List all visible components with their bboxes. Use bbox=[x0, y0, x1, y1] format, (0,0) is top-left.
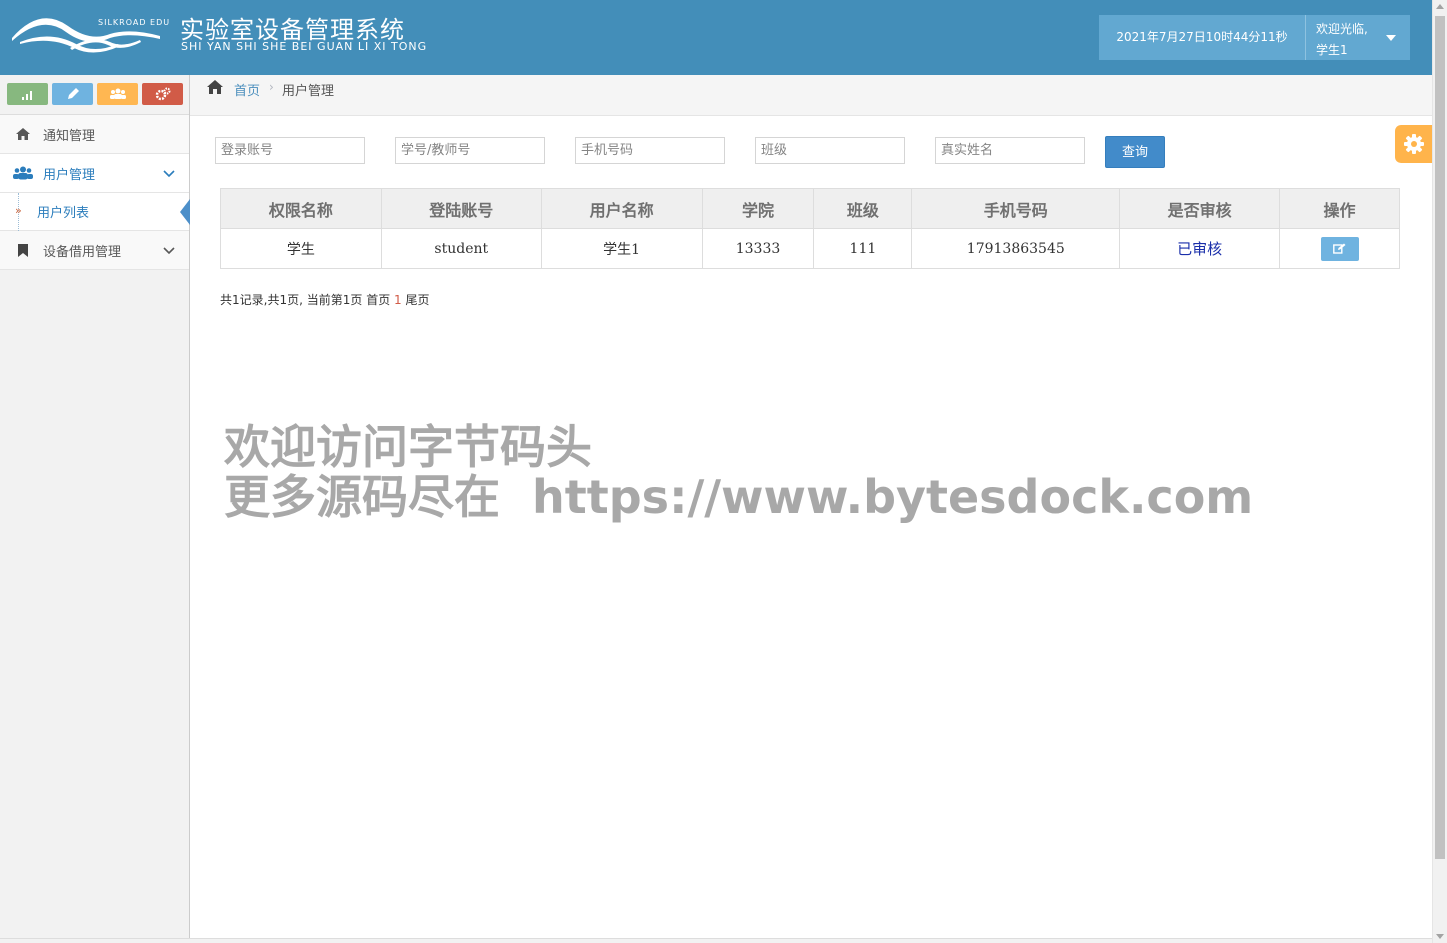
student-teacher-no-input[interactable] bbox=[395, 137, 545, 164]
cell-role: 学生 bbox=[220, 228, 382, 269]
column-header: 用户名称 bbox=[540, 188, 703, 229]
vertical-scrollbar[interactable] bbox=[1432, 0, 1447, 943]
column-header: 登陆账号 bbox=[380, 188, 542, 229]
audit-status-link[interactable]: 已审核 bbox=[1177, 240, 1222, 258]
pager-first-link[interactable]: 首页 bbox=[366, 293, 390, 307]
bookmark-icon bbox=[13, 243, 33, 258]
cell-class: 111 bbox=[813, 228, 913, 269]
user-menu-toggle[interactable]: 欢迎光临, 学生1 bbox=[1306, 15, 1410, 60]
real-name-input[interactable] bbox=[935, 137, 1085, 164]
pager-current-page[interactable]: 1 bbox=[394, 293, 402, 307]
system-pinyin: SHI YAN SHI SHE BEI GUAN LI XI TONG bbox=[181, 40, 428, 53]
sidebar-item-label: 设备借用管理 bbox=[43, 244, 122, 260]
home-icon bbox=[13, 127, 33, 141]
sidebar-subitem-label: 用户列表 bbox=[37, 206, 90, 221]
sidebar-item-notice[interactable]: 通知管理 bbox=[0, 115, 189, 154]
column-header: 权限名称 bbox=[220, 188, 382, 229]
caret-down-icon bbox=[1386, 35, 1396, 41]
column-header: 手机号码 bbox=[911, 188, 1121, 229]
watermark-text: 欢迎访问字节码头 更多源码尽在 https://www.bytesdock.com bbox=[224, 422, 1253, 522]
scrollbar-thumb[interactable] bbox=[1435, 16, 1445, 859]
user-table: 权限名称 登陆账号 用户名称 学院 班级 手机号码 是否审核 操作 学生 stu… bbox=[220, 188, 1400, 269]
cell-audit: 已审核 bbox=[1119, 228, 1281, 269]
edit-icon bbox=[1333, 243, 1346, 254]
table-header-row: 权限名称 登陆账号 用户名称 学院 班级 手机号码 是否审核 操作 bbox=[220, 188, 1400, 229]
shortcut-signal-button[interactable] bbox=[7, 83, 48, 105]
watermark-line2: 更多源码尽在 https://www.bytesdock.com bbox=[224, 470, 1254, 524]
cell-actions bbox=[1279, 228, 1400, 269]
login-account-input[interactable] bbox=[215, 137, 365, 164]
shortcut-pencil-button[interactable] bbox=[52, 83, 93, 105]
column-header: 班级 bbox=[813, 188, 913, 229]
phone-input[interactable] bbox=[575, 137, 725, 164]
sidebar-item-equipment-borrow[interactable]: 设备借用管理 bbox=[0, 231, 189, 270]
double-angle-right-icon: » bbox=[15, 204, 22, 217]
class-input[interactable] bbox=[755, 137, 905, 164]
watermark-line1: 欢迎访问字节码头 bbox=[224, 420, 592, 474]
sidebar-item-label: 用户管理 bbox=[43, 167, 96, 183]
column-header: 是否审核 bbox=[1119, 188, 1281, 229]
sidebar: 通知管理 用户管理 » 用户列表 设备借用管理 bbox=[0, 75, 190, 938]
sidebar-subitem-user-list[interactable]: » 用户列表 bbox=[0, 193, 190, 231]
users-icon bbox=[13, 166, 33, 180]
signal-icon bbox=[21, 91, 32, 100]
user-box: 2021年7月27日10时44分11秒 欢迎光临, 学生1 bbox=[1099, 15, 1410, 60]
current-datetime: 2021年7月27日10时44分11秒 bbox=[1099, 15, 1306, 60]
breadcrumb: 首页 › 用户管理 bbox=[190, 75, 1432, 116]
chevron-down-icon bbox=[163, 244, 175, 259]
pager-summary: 共1记录,共1页, 当前第1页 bbox=[220, 293, 363, 307]
pencil-icon bbox=[67, 88, 79, 99]
scroll-down-icon[interactable] bbox=[1436, 934, 1444, 939]
users-icon bbox=[109, 88, 126, 99]
edit-button[interactable] bbox=[1320, 236, 1359, 261]
column-header: 操作 bbox=[1279, 188, 1400, 229]
gear-icon bbox=[1403, 134, 1424, 154]
shortcut-users-button[interactable] bbox=[97, 83, 138, 105]
settings-button[interactable] bbox=[1395, 125, 1432, 163]
sidebar-item-label: 通知管理 bbox=[43, 128, 96, 144]
chevron-down-icon bbox=[163, 167, 175, 182]
query-button[interactable]: 查询 bbox=[1105, 136, 1165, 168]
cell-college: 13333 bbox=[701, 228, 815, 269]
top-header: SILKROAD EDU 实验室设备管理系统 SHI YAN SHI SHE B… bbox=[0, 0, 1432, 75]
breadcrumb-separator: › bbox=[269, 80, 274, 94]
column-header: 学院 bbox=[701, 188, 815, 229]
sidebar-item-users[interactable]: 用户管理 bbox=[0, 154, 189, 193]
username: 学生1 bbox=[1316, 43, 1348, 57]
scroll-up-icon[interactable] bbox=[1436, 4, 1444, 9]
cell-phone: 17913863545 bbox=[911, 228, 1121, 269]
table-row: 学生 student 学生1 13333 111 17913863545 已审核 bbox=[220, 228, 1400, 269]
silkroad-logo bbox=[10, 8, 170, 58]
sidebar-shortcuts bbox=[0, 75, 189, 115]
pager-last-link[interactable]: 尾页 bbox=[406, 293, 430, 307]
active-pointer bbox=[180, 199, 190, 225]
breadcrumb-home-link[interactable]: 首页 bbox=[234, 80, 260, 99]
shortcut-cogs-button[interactable] bbox=[142, 83, 183, 105]
cell-name: 学生1 bbox=[540, 228, 703, 269]
home-icon[interactable] bbox=[206, 79, 224, 99]
bottom-edge bbox=[0, 938, 1432, 943]
pagination: 共1记录,共1页, 当前第1页 首页 1 尾页 bbox=[220, 291, 430, 308]
logo-small-text: SILKROAD EDU bbox=[98, 18, 171, 27]
cell-account: student bbox=[380, 228, 542, 269]
breadcrumb-current: 用户管理 bbox=[282, 84, 335, 99]
cogs-icon bbox=[155, 87, 170, 101]
